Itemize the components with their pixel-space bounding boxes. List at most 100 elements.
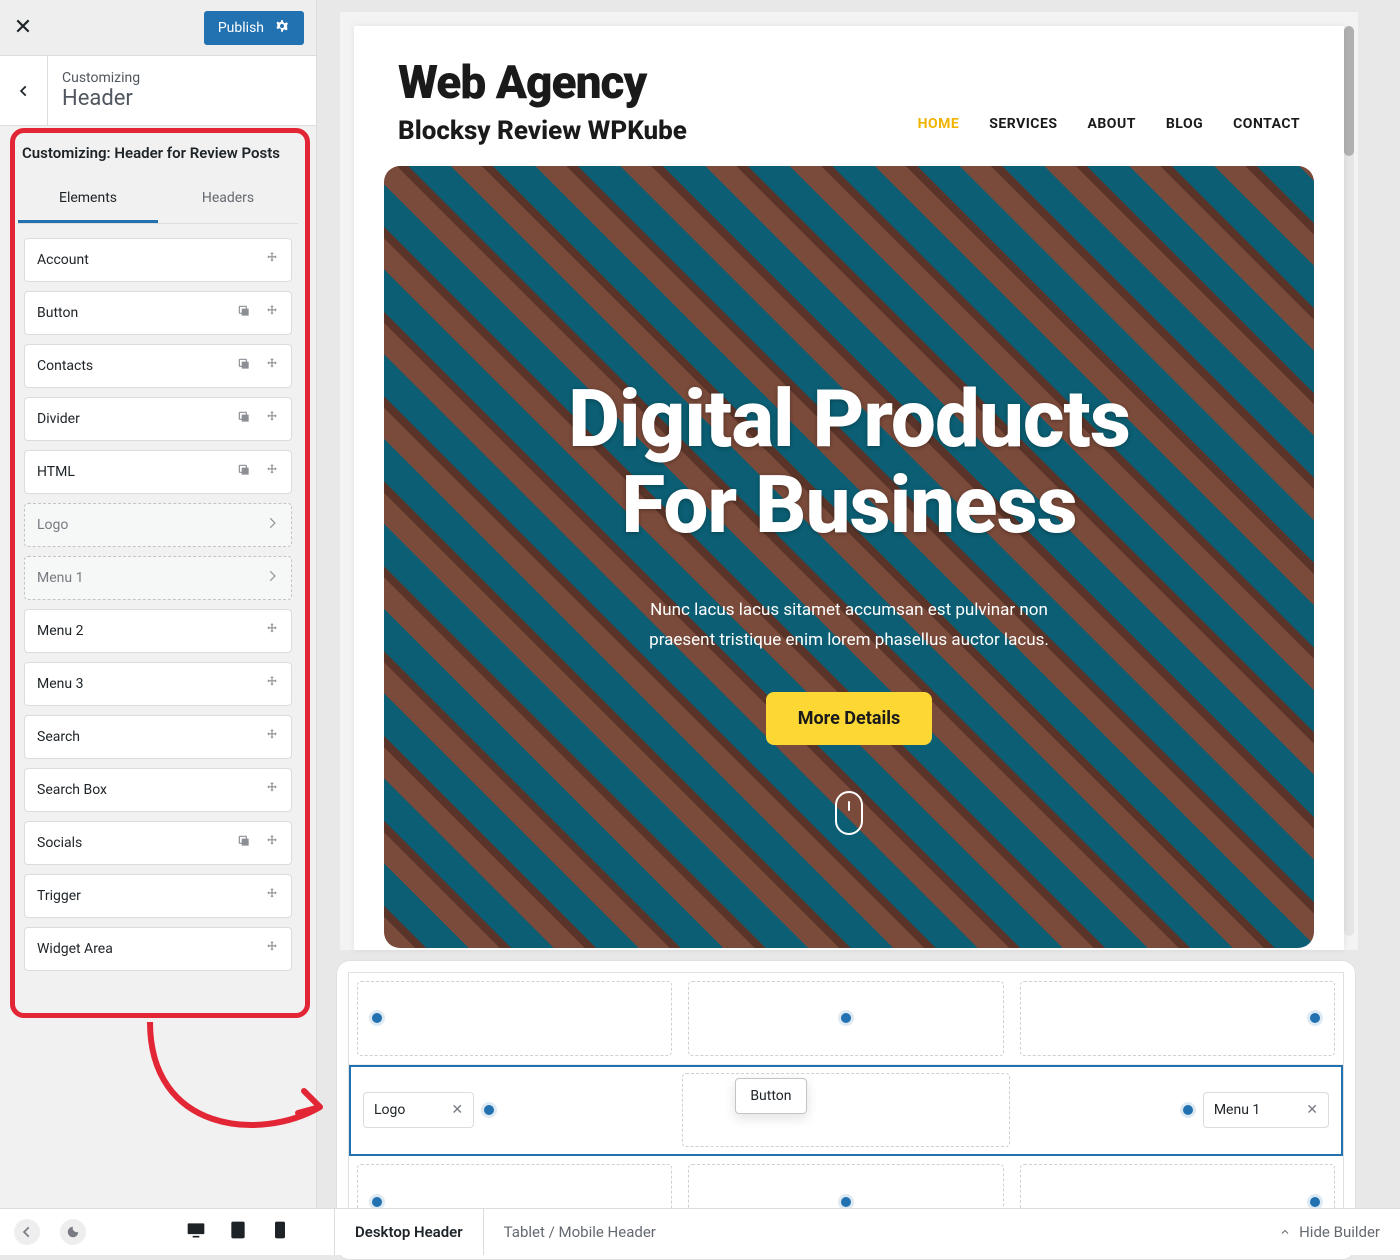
tablet-icon[interactable] bbox=[228, 1220, 248, 1244]
publish-button[interactable]: Publish bbox=[204, 11, 304, 45]
elements-list: Account Button Contacts Divider HTML Logo Menu… bbox=[0, 224, 316, 985]
drag-icon[interactable] bbox=[265, 463, 279, 481]
element-label: Menu 3 bbox=[37, 676, 83, 692]
slot-dot[interactable] bbox=[841, 1197, 851, 1207]
element-menu-1[interactable]: Menu 1 bbox=[24, 556, 292, 600]
tab-elements[interactable]: Elements bbox=[18, 176, 158, 223]
panel-tabs: Elements Headers bbox=[18, 176, 298, 224]
collapse-icon[interactable] bbox=[14, 1219, 40, 1245]
nav-home[interactable]: HOME bbox=[918, 116, 960, 132]
tab-headers[interactable]: Headers bbox=[158, 176, 298, 223]
clone-icon[interactable] bbox=[237, 463, 251, 481]
drag-icon[interactable] bbox=[265, 622, 279, 640]
drag-icon[interactable] bbox=[265, 410, 279, 428]
drag-ghost-button[interactable]: Button bbox=[735, 1078, 806, 1114]
drag-icon[interactable] bbox=[265, 887, 279, 905]
element-button[interactable]: Button bbox=[24, 291, 292, 335]
drag-icon[interactable] bbox=[265, 304, 279, 322]
drag-icon[interactable] bbox=[265, 728, 279, 746]
element-label: Search bbox=[37, 729, 80, 745]
drag-icon[interactable] bbox=[265, 834, 279, 852]
slot-dot[interactable] bbox=[484, 1105, 494, 1115]
slot-dot[interactable] bbox=[372, 1013, 382, 1023]
desktop-icon[interactable] bbox=[186, 1220, 206, 1244]
builder-chip-menu1[interactable]: Menu 1✕ bbox=[1203, 1092, 1329, 1128]
logo-title: Web Agency bbox=[398, 56, 687, 110]
nav-blog[interactable]: BLOG bbox=[1166, 116, 1203, 132]
mobile-icon[interactable] bbox=[270, 1220, 290, 1244]
panel-title: Customizing: Header for Review Posts bbox=[0, 126, 316, 176]
builder-row-middle[interactable]: Logo✕ Button Menu 1✕ bbox=[349, 1065, 1343, 1157]
element-widget-area[interactable]: Widget Area bbox=[24, 927, 292, 971]
builder-row-top[interactable] bbox=[349, 973, 1343, 1065]
hide-builder-button[interactable]: Hide Builder bbox=[1279, 1223, 1380, 1241]
element-divider[interactable]: Divider bbox=[24, 397, 292, 441]
cta-button[interactable]: More Details bbox=[766, 692, 932, 745]
logo-subtitle: Blocksy Review WPKube bbox=[398, 116, 687, 146]
element-contacts[interactable]: Contacts bbox=[24, 344, 292, 388]
clone-icon[interactable] bbox=[237, 834, 251, 852]
element-socials[interactable]: Socials bbox=[24, 821, 292, 865]
sidebar-topbar: ✕ Publish bbox=[0, 0, 316, 56]
drag-icon[interactable] bbox=[265, 940, 279, 958]
hero-section: Digital ProductsFor Business Nunc lacus … bbox=[384, 166, 1314, 948]
builder-tabs: Desktop Header Tablet / Mobile Header bbox=[334, 1209, 676, 1255]
slot-dot[interactable] bbox=[841, 1013, 851, 1023]
element-label: Account bbox=[37, 252, 89, 268]
drag-icon[interactable] bbox=[265, 675, 279, 693]
dark-mode-icon[interactable] bbox=[60, 1219, 86, 1245]
nav-about[interactable]: ABOUT bbox=[1087, 116, 1135, 132]
clone-icon[interactable] bbox=[237, 357, 251, 375]
slot-dot[interactable] bbox=[372, 1197, 382, 1207]
clone-icon[interactable] bbox=[237, 410, 251, 428]
element-logo[interactable]: Logo bbox=[24, 503, 292, 547]
scrollbar-thumb[interactable] bbox=[1344, 26, 1354, 156]
device-switcher bbox=[186, 1220, 290, 1244]
footer-bar: Desktop Header Tablet / Mobile Header Hi… bbox=[0, 1208, 1400, 1255]
drag-icon[interactable] bbox=[265, 781, 279, 799]
site-preview: Web Agency Blocksy Review WPKube HOME SER… bbox=[354, 26, 1344, 950]
clone-icon[interactable] bbox=[237, 304, 251, 322]
element-trigger[interactable]: Trigger bbox=[24, 874, 292, 918]
breadcrumb: Customizing Header bbox=[0, 56, 316, 126]
element-html[interactable]: HTML bbox=[24, 450, 292, 494]
element-search-box[interactable]: Search Box bbox=[24, 768, 292, 812]
element-label: Menu 1 bbox=[37, 570, 83, 586]
slot-dot[interactable] bbox=[1183, 1105, 1193, 1115]
element-label: Logo bbox=[37, 517, 68, 533]
chip-close-icon[interactable]: ✕ bbox=[451, 1102, 463, 1118]
close-icon[interactable]: ✕ bbox=[12, 17, 34, 39]
nav-services[interactable]: SERVICES bbox=[989, 116, 1057, 132]
site-header: Web Agency Blocksy Review WPKube HOME SER… bbox=[354, 26, 1344, 146]
site-logo[interactable]: Web Agency Blocksy Review WPKube bbox=[398, 56, 687, 146]
element-account[interactable]: Account bbox=[24, 238, 292, 282]
chip-close-icon[interactable]: ✕ bbox=[1306, 1102, 1318, 1118]
scroll-mouse-icon bbox=[835, 791, 863, 835]
element-menu-2[interactable]: Menu 2 bbox=[24, 609, 292, 653]
nav-contact[interactable]: CONTACT bbox=[1233, 116, 1300, 132]
tab-desktop-header[interactable]: Desktop Header bbox=[334, 1209, 483, 1255]
element-label: Socials bbox=[37, 835, 82, 851]
element-label: Widget Area bbox=[37, 941, 113, 957]
element-label: Button bbox=[37, 305, 78, 321]
drag-icon[interactable] bbox=[265, 251, 279, 269]
element-menu-3[interactable]: Menu 3 bbox=[24, 662, 292, 706]
header-builder: Logo✕ Button Menu 1✕ bbox=[348, 972, 1344, 1248]
chevron-right-icon[interactable] bbox=[265, 569, 279, 587]
drag-icon[interactable] bbox=[265, 357, 279, 375]
gear-icon[interactable] bbox=[274, 18, 290, 38]
slot-dot[interactable] bbox=[1310, 1013, 1320, 1023]
builder-chip-logo[interactable]: Logo✕ bbox=[363, 1092, 474, 1128]
slot-dot[interactable] bbox=[1310, 1197, 1320, 1207]
breadcrumb-section: Header bbox=[62, 86, 140, 111]
chevron-right-icon[interactable] bbox=[265, 516, 279, 534]
tab-mobile-header[interactable]: Tablet / Mobile Header bbox=[483, 1209, 676, 1255]
back-button[interactable] bbox=[0, 56, 48, 125]
site-nav: HOME SERVICES ABOUT BLOG CONTACT bbox=[918, 116, 1300, 132]
element-label: Divider bbox=[37, 411, 80, 427]
element-search[interactable]: Search bbox=[24, 715, 292, 759]
hero-paragraph: Nunc lacus lacus sitamet accumsan est pu… bbox=[619, 595, 1079, 656]
element-label: Trigger bbox=[37, 888, 81, 904]
customizer-sidebar: ✕ Publish Customizing Header Customizing… bbox=[0, 0, 317, 1208]
scrollbar-track bbox=[1344, 26, 1354, 936]
